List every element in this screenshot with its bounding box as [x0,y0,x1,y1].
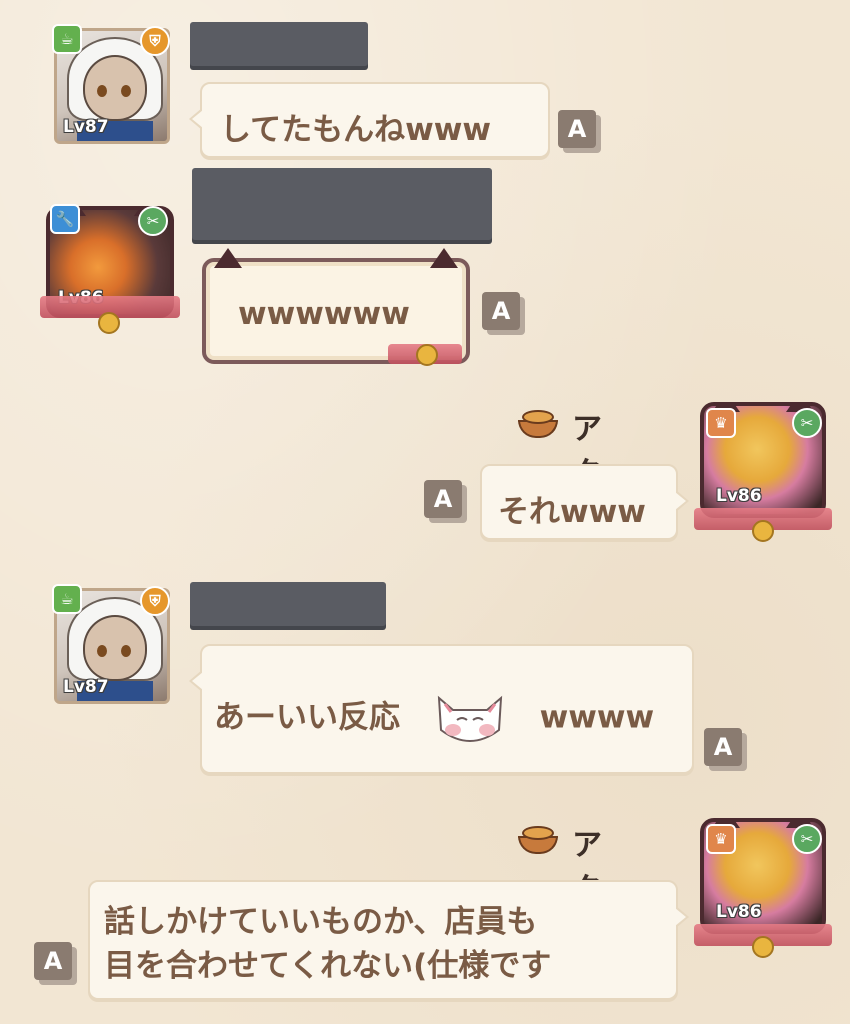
bell-icon [752,936,774,958]
chef-hat-icon: ♛ [706,824,736,854]
wrench-icon: 🔧 [50,204,80,234]
message-bubble: それwww [480,464,689,540]
avatar-eye [121,645,131,657]
shield-icon: ⛨ [140,26,170,56]
avatar-eye [97,85,107,97]
redacted-player-name [192,168,492,240]
bell-icon [416,344,438,366]
translate-label: A [43,947,63,975]
message-line: 話しかけていいものか、店員も [104,904,538,940]
level-label: Lv87 [63,677,109,697]
translate-button[interactable]: A [704,728,742,766]
bell-icon [98,312,120,334]
translate-label: A [491,297,511,325]
avatar-eye [121,85,131,97]
job-icon: ☕ [52,24,82,54]
translate-button[interactable]: A [558,110,596,148]
level-label: Lv86 [716,486,762,506]
chef-hat-icon: ♛ [706,408,736,438]
translate-label: A [713,733,733,761]
message-text: あーいい反応 [214,699,400,736]
leaf-icon: ✂ [792,824,822,854]
food-bowl-icon [518,824,558,854]
message-bubble: あーいい反応 wwww [189,644,694,774]
message-bubble: 話しかけていいものか、店員も 目を合わせてくれない(仕様です [88,880,689,1000]
translate-button[interactable]: A [424,480,462,518]
message-text: wwwwww [238,296,410,332]
leaf-icon: ✂ [138,206,168,236]
translate-label: A [433,485,453,513]
food-bowl-icon [518,408,558,438]
level-label: Lv86 [716,902,762,922]
message-line: 目を合わせてくれない(仕様です [104,948,552,984]
shield-icon: ⛨ [140,586,170,616]
message-text: してたもんねwww [220,112,491,148]
redacted-player-name [190,22,368,66]
translate-button[interactable]: A [482,292,520,330]
bell-icon [752,520,774,542]
translate-label: A [567,115,587,143]
leaf-icon: ✂ [792,408,822,438]
redacted-player-name [190,582,386,626]
message-bubble: してたもんねwww [189,82,550,158]
avatar-eye [97,645,107,657]
avatar-face [83,615,147,681]
translate-button[interactable]: A [34,942,72,980]
message-text: wwww [539,699,655,736]
message-text: それwww [498,494,646,530]
cat-sticker [437,695,502,742]
job-icon: ☕ [52,584,82,614]
level-label: Lv87 [63,117,109,137]
avatar-face [83,55,147,121]
